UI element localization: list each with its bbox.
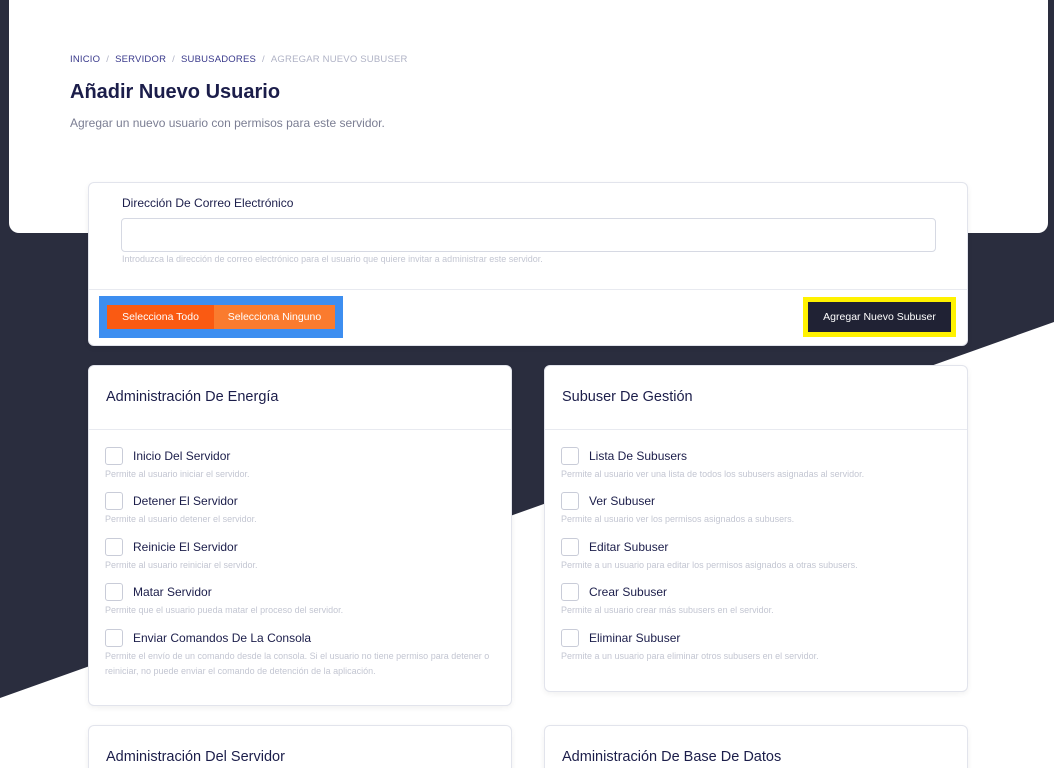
permission-card-power: Administración De Energía Inicio Del Ser… bbox=[88, 365, 512, 706]
permission-description: Permite al usuario detener el servidor. bbox=[105, 514, 257, 524]
permission-card-subusers: Subuser De Gestión Lista De Subusers Per… bbox=[544, 365, 968, 692]
section-title: Administración De Energía bbox=[106, 389, 279, 405]
select-none-button[interactable]: Selecciona Ninguno bbox=[214, 305, 335, 329]
section-title: Subuser De Gestión bbox=[562, 389, 693, 405]
section-title: Administración Del Servidor bbox=[106, 749, 285, 765]
permission-card-database: Administración De Base De Datos bbox=[544, 725, 968, 768]
permission-item: Lista De Subusers Permite al usuario ver… bbox=[561, 447, 951, 482]
permission-checkbox[interactable] bbox=[105, 492, 123, 510]
permission-description: Permite al usuario crear más subusers en… bbox=[561, 605, 774, 615]
permission-description: Permite que el usuario pueda matar el pr… bbox=[105, 605, 344, 615]
divider bbox=[89, 429, 511, 430]
permission-checkbox[interactable] bbox=[105, 447, 123, 465]
breadcrumb-home[interactable]: INICIO bbox=[70, 54, 100, 65]
email-field[interactable] bbox=[121, 218, 936, 252]
permission-item: Crear Subuser Permite al usuario crear m… bbox=[561, 583, 951, 618]
permission-description: Permite al usuario reiniciar el servidor… bbox=[105, 560, 258, 570]
permission-description: Permite el envío de un comando desde la … bbox=[105, 651, 490, 676]
breadcrumb-current: AGREGAR NUEVO SUBUSER bbox=[270, 54, 408, 65]
permission-name: Detener El Servidor bbox=[133, 494, 238, 508]
page-title: Añadir Nuevo Usuario bbox=[70, 81, 281, 103]
permission-name: Reinicie El Servidor bbox=[133, 540, 238, 554]
permission-name: Enviar Comandos De La Consola bbox=[133, 631, 312, 645]
permission-checkbox[interactable] bbox=[105, 629, 123, 647]
permission-name: Crear Subuser bbox=[589, 585, 668, 599]
permission-checkbox[interactable] bbox=[561, 629, 579, 647]
select-button-group: Selecciona Todo Selecciona Ninguno bbox=[99, 296, 343, 338]
divider bbox=[89, 289, 967, 290]
add-subuser-highlight: Agregar Nuevo Subuser bbox=[803, 297, 956, 337]
permission-name: Ver Subuser bbox=[589, 494, 656, 508]
permission-description: Permite al usuario ver una lista de todo… bbox=[561, 469, 865, 479]
email-label: Dirección De Correo Electrónico bbox=[122, 196, 294, 210]
select-all-button[interactable]: Selecciona Todo bbox=[107, 305, 214, 329]
permission-checkbox[interactable] bbox=[561, 538, 579, 556]
permission-description: Permite a un usuario para editar los per… bbox=[561, 560, 858, 570]
email-card: Dirección De Correo Electrónico Introduz… bbox=[88, 182, 968, 346]
permission-description: Permite al usuario ver los permisos asig… bbox=[561, 514, 795, 524]
breadcrumb: INICIO / SERVIDOR / SUBUSADORES / AGREGAR NUEV… bbox=[70, 54, 408, 65]
permission-card-server: Administración Del Servidor bbox=[88, 725, 512, 768]
permission-item: Eliminar Subuser Permite a un usuario pa… bbox=[561, 629, 951, 664]
breadcrumb-subusers[interactable]: SUBUSADORES bbox=[181, 54, 256, 65]
permission-name: Eliminar Subuser bbox=[589, 631, 681, 645]
permission-checkbox[interactable] bbox=[561, 492, 579, 510]
permission-description: Permite a un usuario para eliminar otros… bbox=[561, 651, 819, 661]
permission-name: Lista De Subusers bbox=[589, 449, 688, 463]
permission-checkbox[interactable] bbox=[561, 447, 579, 465]
permission-item: Detener El Servidor Permite al usuario d… bbox=[105, 492, 495, 527]
permission-name: Matar Servidor bbox=[133, 585, 212, 599]
section-title: Administración De Base De Datos bbox=[562, 749, 782, 765]
permission-item: Ver Subuser Permite al usuario ver los p… bbox=[561, 492, 951, 527]
email-help-text: Introduzca la dirección de correo electr… bbox=[122, 254, 543, 264]
divider bbox=[545, 429, 967, 430]
permission-item: Matar Servidor Permite que el usuario pu… bbox=[105, 583, 495, 618]
breadcrumb-server[interactable]: SERVIDOR bbox=[115, 54, 166, 65]
permission-item: Enviar Comandos De La Consola Permite el… bbox=[105, 629, 495, 679]
permission-item: Inicio Del Servidor Permite al usuario i… bbox=[105, 447, 495, 482]
page-subtitle: Agregar un nuevo usuario con permisos pa… bbox=[70, 116, 385, 130]
permission-name: Editar Subuser bbox=[589, 540, 669, 554]
permission-description: Permite al usuario iniciar el servidor. bbox=[105, 469, 250, 479]
permission-item: Reinicie El Servidor Permite al usuario … bbox=[105, 538, 495, 573]
permission-checkbox[interactable] bbox=[105, 583, 123, 601]
permission-checkbox[interactable] bbox=[561, 583, 579, 601]
add-subuser-button[interactable]: Agregar Nuevo Subuser bbox=[808, 302, 951, 332]
permission-item: Editar Subuser Permite a un usuario para… bbox=[561, 538, 951, 573]
permission-name: Inicio Del Servidor bbox=[133, 449, 231, 463]
permission-checkbox[interactable] bbox=[105, 538, 123, 556]
